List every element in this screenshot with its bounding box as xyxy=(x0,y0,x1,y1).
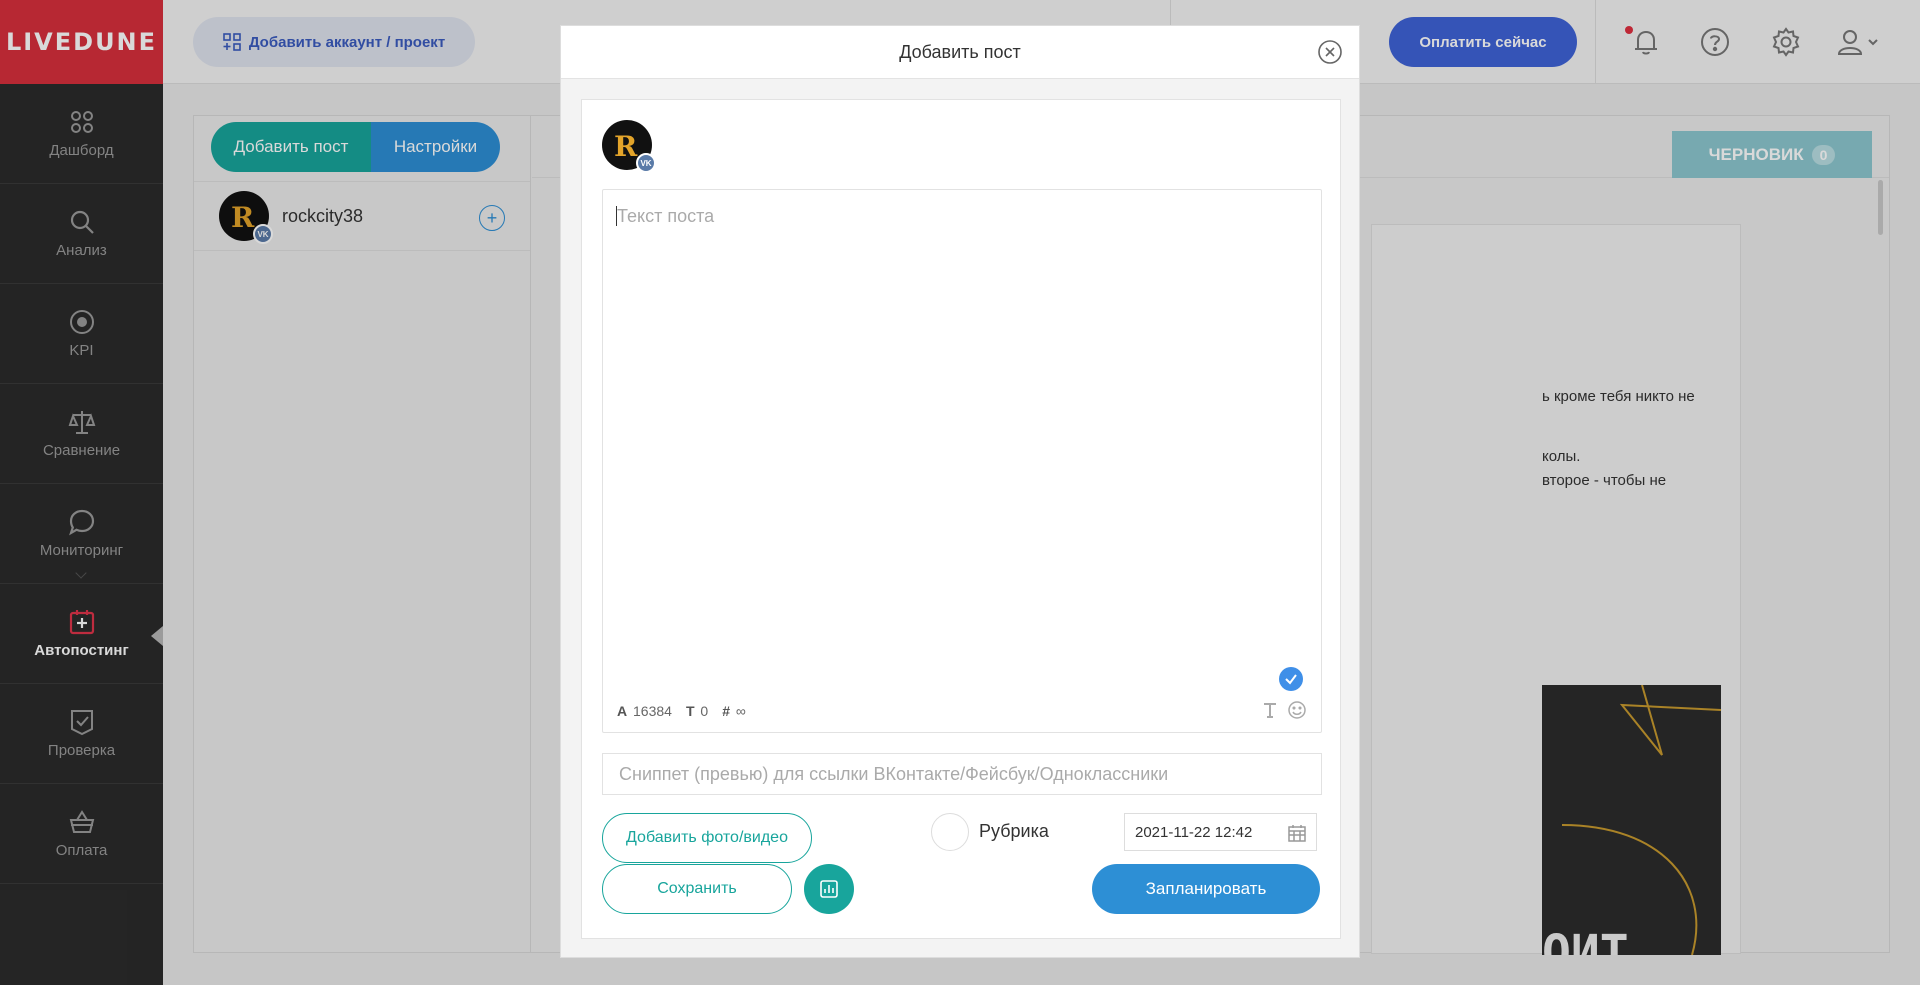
post-text-input[interactable]: Текст поста A 16384 T 0 # ∞ xyxy=(602,189,1322,733)
post-text-placeholder: Текст поста xyxy=(617,206,715,226)
bar-chart-icon xyxy=(820,880,838,898)
calendar-icon[interactable] xyxy=(1288,824,1306,842)
add-media-button[interactable]: Добавить фото/видео xyxy=(602,813,812,863)
modal-title: Добавить пост xyxy=(899,41,1021,62)
text-counters: A 16384 T 0 # ∞ xyxy=(617,703,746,719)
hashtag-counter: # ∞ xyxy=(722,703,746,719)
schedule-button[interactable]: Запланировать xyxy=(1092,864,1320,914)
char-counter: A 16384 xyxy=(617,703,672,719)
date-input[interactable]: 2021-11-22 12:42 xyxy=(1124,813,1317,851)
modal-body: R VK Текст поста A 16384 T 0 # ∞ Сниппет… xyxy=(581,99,1341,939)
add-post-modal: Добавить пост R VK Текст поста A 16384 T… xyxy=(560,25,1360,958)
avatar-logo: R xyxy=(614,130,638,163)
avatar[interactable]: R VK xyxy=(602,120,656,173)
text-tools xyxy=(1261,700,1307,720)
date-value: 2021-11-22 12:42 xyxy=(1135,823,1253,841)
text-format-icon[interactable] xyxy=(1261,701,1279,719)
rubric-label: Рубрика xyxy=(979,821,1049,841)
tag-counter: T 0 xyxy=(685,703,709,719)
save-button[interactable]: Сохранить xyxy=(602,864,792,914)
modal-header: Добавить пост xyxy=(561,26,1359,79)
vk-icon: VK xyxy=(636,153,656,173)
check-icon[interactable] xyxy=(1279,667,1303,691)
rubric-radio[interactable] xyxy=(931,813,969,851)
close-icon[interactable] xyxy=(1317,39,1343,65)
emoji-icon[interactable] xyxy=(1287,700,1307,720)
snippet-input[interactable]: Сниппет (превью) для ссылки ВКонтакте/Фе… xyxy=(602,753,1322,795)
text-cursor xyxy=(616,206,617,226)
stats-button[interactable] xyxy=(804,864,854,914)
